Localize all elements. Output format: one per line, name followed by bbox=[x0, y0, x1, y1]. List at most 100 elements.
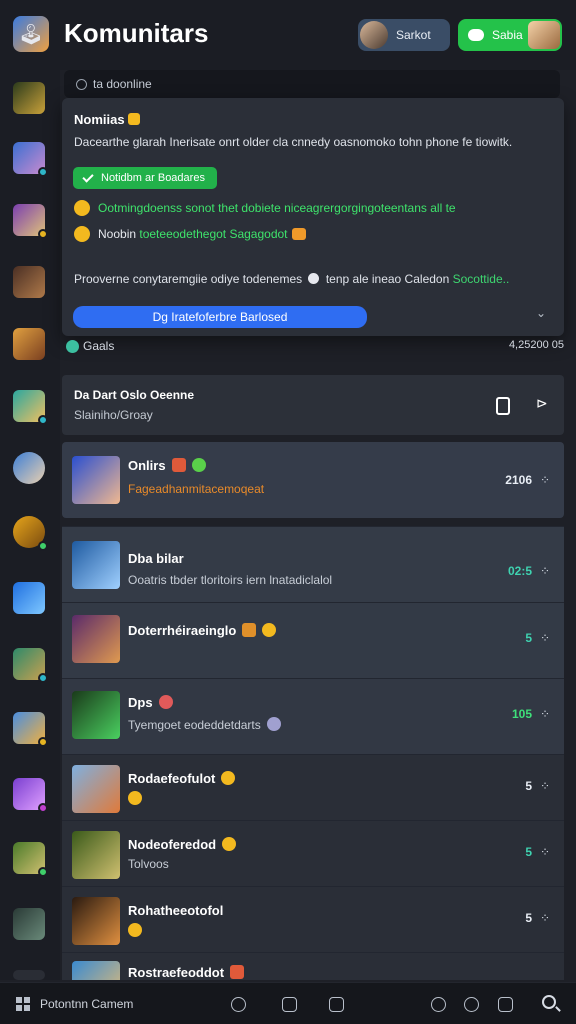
more-icon[interactable]: ⁘ bbox=[540, 473, 550, 487]
fire-icon bbox=[291, 228, 306, 240]
popup-title: Nomiias bbox=[74, 112, 141, 127]
unread-dot bbox=[38, 867, 48, 877]
item-thumbnail bbox=[72, 615, 120, 663]
bottom-label: Potontnn Camem bbox=[40, 997, 134, 1011]
rail-community-7[interactable] bbox=[13, 452, 45, 484]
status-button[interactable]: Sabia bbox=[458, 19, 562, 51]
popup-action-button[interactable]: Dg Iratefoferbre Barlosed bbox=[73, 306, 367, 328]
featured-subtitle: Fageadhanmitacemoqeat bbox=[128, 482, 265, 496]
item-thumbnail bbox=[72, 831, 120, 879]
smile-emoji-icon bbox=[262, 623, 277, 637]
popup-row-1: Ootmingdoenss sonot thet dobiete niceagr… bbox=[74, 200, 456, 216]
smile-emoji-icon bbox=[74, 226, 90, 242]
item-subtitle bbox=[128, 923, 142, 938]
item-subtitle: Tyemgoet eodeddetdarts bbox=[128, 717, 281, 732]
bookmark-icon[interactable] bbox=[282, 997, 297, 1012]
rail-community-1[interactable] bbox=[13, 82, 45, 114]
more-icon[interactable]: ⁘ bbox=[540, 707, 550, 721]
badge-label: Notidbm ar Boadares bbox=[101, 172, 205, 184]
item-title: Dba bilar bbox=[128, 551, 184, 566]
popup-description: Dacearthe glarah Inerisate onrt older cl… bbox=[74, 135, 513, 149]
featured-title: Onlirs bbox=[128, 458, 206, 473]
rail-community-4[interactable] bbox=[13, 266, 45, 298]
rail-community-9[interactable] bbox=[13, 582, 45, 614]
rail-community-5[interactable] bbox=[13, 328, 45, 360]
long-text-mid: tenp ale ineao Caledon bbox=[325, 272, 450, 286]
heart-icon bbox=[158, 695, 173, 709]
rail-community-3[interactable] bbox=[13, 204, 48, 239]
community-list: Dba bilar Ooatris tbder tloritoirs iern … bbox=[62, 526, 564, 980]
search-bar[interactable]: ta doonline bbox=[64, 70, 560, 98]
info-card-subtitle: Slainiho/Groay bbox=[74, 408, 153, 422]
search-label: ta doonline bbox=[93, 77, 152, 91]
chevron-down-icon[interactable]: ⌄ bbox=[536, 306, 546, 320]
list-item[interactable]: Rohatheeotofol 5 ⁘ bbox=[62, 886, 564, 952]
chat-icon[interactable] bbox=[231, 997, 246, 1012]
gift-icon bbox=[242, 623, 257, 637]
bottom-toolbar: Potontnn Camem bbox=[0, 982, 576, 1024]
rail-community-12[interactable] bbox=[13, 778, 48, 813]
unread-dot bbox=[38, 737, 48, 747]
featured-item[interactable]: Onlirs Fageadhanmitacemoqeat 2106 ⁘ bbox=[62, 442, 564, 518]
rail-community-15[interactable] bbox=[13, 970, 45, 980]
list-item[interactable]: Dps Tyemgoet eodeddetdarts 105 ⁘ bbox=[62, 678, 564, 754]
smile-emoji-icon bbox=[221, 771, 236, 785]
gamepad-icon[interactable] bbox=[464, 997, 479, 1012]
app-logo-icon[interactable]: 🕹 bbox=[13, 16, 49, 52]
more-icon[interactable]: ⁘ bbox=[540, 631, 550, 645]
item-thumbnail bbox=[72, 691, 120, 739]
status-label: Sabia bbox=[492, 28, 523, 42]
flag-icon bbox=[230, 965, 245, 979]
item-title: Doterrhéiraeinglo bbox=[128, 623, 277, 638]
item-count: 02:5 bbox=[507, 564, 532, 578]
item-thumbnail bbox=[72, 765, 120, 813]
item-title: Dps bbox=[128, 695, 173, 710]
info-card[interactable]: Da Dart Oslo Oeenne Slainiho/Groay ⊳ bbox=[62, 375, 564, 435]
rail-community-10[interactable] bbox=[13, 648, 48, 683]
page-title: Komunitars bbox=[64, 18, 209, 48]
library-icon[interactable] bbox=[329, 997, 344, 1012]
list-item[interactable]: Rodaefeofulot 5 ⁘ bbox=[62, 754, 564, 820]
search-icon[interactable] bbox=[542, 995, 556, 1009]
list-item[interactable]: Doterrhéiraeinglo 5 ⁘ bbox=[62, 602, 564, 678]
more-icon[interactable]: ⁘ bbox=[540, 779, 550, 793]
face-icon bbox=[266, 717, 281, 731]
row1-text: Ootmingdoenss sonot thet dobiete niceagr… bbox=[98, 201, 456, 215]
flag-icon bbox=[171, 458, 186, 472]
rail-community-11[interactable] bbox=[13, 712, 48, 747]
more-icon[interactable]: ⁘ bbox=[540, 845, 550, 859]
rail-community-14[interactable] bbox=[13, 908, 45, 940]
item-title: Rodaefeofulot bbox=[128, 771, 236, 786]
more-icon[interactable]: ⁘ bbox=[540, 911, 550, 925]
list-item[interactable]: Dba bilar Ooatris tbder tloritoirs iern … bbox=[62, 526, 564, 602]
compass-icon[interactable] bbox=[431, 997, 446, 1012]
document-icon[interactable] bbox=[496, 397, 510, 415]
unread-dot bbox=[38, 803, 48, 813]
rail-community-6[interactable] bbox=[13, 390, 48, 425]
item-count: 5 bbox=[525, 631, 532, 645]
verified-badge[interactable]: Notidbm ar Boadares bbox=[73, 167, 217, 189]
long-text-start: Prooverne conytaremgiie odiye todenemes bbox=[74, 272, 303, 286]
grid-menu-icon[interactable] bbox=[16, 997, 30, 1011]
more-icon[interactable]: ⁘ bbox=[540, 564, 550, 578]
popup-row-2: Noobin toeteeodethegot Sagagodot bbox=[74, 226, 306, 242]
games-count: 4,25200 05 bbox=[508, 339, 564, 351]
item-title: Rostraefeoddot bbox=[128, 965, 245, 980]
inbox-icon[interactable] bbox=[498, 997, 513, 1012]
forward-arrow-icon[interactable]: ⊳ bbox=[536, 395, 548, 412]
popup-long-text: Prooverne conytaremgiie odiye todenemes … bbox=[74, 272, 509, 286]
rail-community-2[interactable] bbox=[13, 142, 48, 177]
featured-count: 2106 bbox=[505, 473, 532, 487]
item-subtitle: Tolvoos bbox=[128, 857, 169, 871]
rail-community-13[interactable] bbox=[13, 842, 48, 877]
rail-community-8[interactable] bbox=[13, 516, 48, 551]
item-thumbnail bbox=[72, 541, 120, 589]
list-item[interactable]: Rostraefeoddot bbox=[62, 952, 564, 980]
user-profile-button[interactable]: Sarkot bbox=[358, 19, 450, 51]
item-title: Rohatheeotofol bbox=[128, 903, 224, 918]
featured-thumbnail bbox=[72, 456, 120, 504]
unread-dot bbox=[38, 673, 48, 683]
item-thumbnail bbox=[72, 961, 120, 980]
long-text-link[interactable]: Socottide.. bbox=[453, 272, 510, 286]
list-item[interactable]: Nodeoferedod Tolvoos 5 ⁘ bbox=[62, 820, 564, 886]
